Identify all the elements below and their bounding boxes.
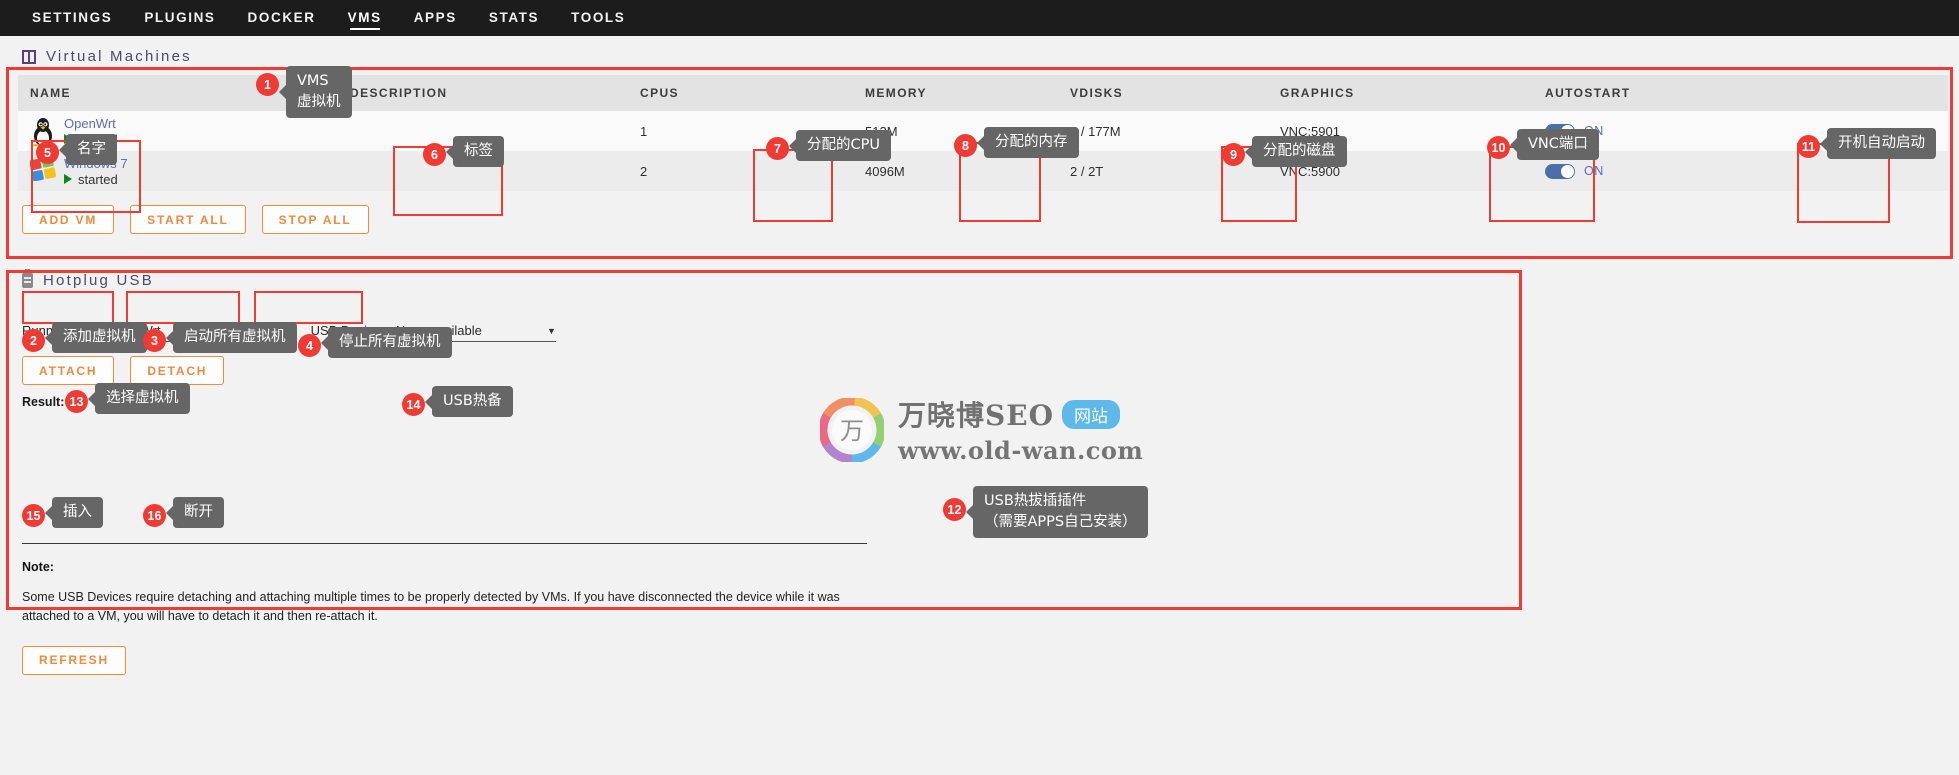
column-header-cpus[interactable]: CPUS <box>628 75 853 111</box>
cell-autostart: ON <box>1533 111 1948 151</box>
autostart-label: ON <box>1584 124 1604 138</box>
virtual-machines-panel-title: Virtual Machines <box>0 36 1959 75</box>
cell-description <box>338 151 628 191</box>
cell-memory: 512M <box>853 111 1058 151</box>
hotplug-selectors: Running VMs: OpenWrt ▼ USB Devices: None… <box>0 299 1959 342</box>
hotplug-usb-panel-title: Hotplug USB <box>0 234 1959 299</box>
table-row: OpenWrt started 1 512M 1 / 177M VNC:5901 <box>18 111 1948 151</box>
table-header-row: NAME DESCRIPTION CPUS MEMORY VDISKS GRAP… <box>18 75 1948 111</box>
cell-cpus: 2 <box>628 151 853 191</box>
nav-item-tools[interactable]: TOOLS <box>555 0 641 36</box>
cell-graphics: VNC:5900 <box>1268 151 1533 191</box>
vm-name-link[interactable]: OpenWrt <box>64 116 118 131</box>
vm-state: started <box>64 172 128 187</box>
nav-item-settings[interactable]: SETTINGS <box>16 0 128 36</box>
usb-devices-select[interactable]: None available ▼ <box>395 323 556 342</box>
table-row: Windows 7 started 2 4096M 2 / 2T VNC:590… <box>18 151 1948 191</box>
play-icon <box>64 174 72 184</box>
hotplug-action-buttons: ATTACH DETACH <box>0 342 1959 385</box>
cell-name: OpenWrt started <box>18 111 338 151</box>
detach-button[interactable]: DETACH <box>130 356 225 385</box>
start-all-button[interactable]: START ALL <box>130 205 246 234</box>
top-navigation-bar: SETTINGS PLUGINS DOCKER VMS APPS STATS T… <box>0 0 1959 36</box>
column-header-description[interactable]: DESCRIPTION <box>338 75 628 111</box>
add-vm-button[interactable]: ADD VM <box>22 205 115 234</box>
note-body: Some USB Devices require detaching and a… <box>22 590 840 623</box>
cell-autostart: ON <box>1533 151 1948 191</box>
running-vms-select[interactable]: OpenWrt ▼ <box>108 323 287 342</box>
vm-state-text: started <box>78 171 118 187</box>
cell-name: Windows 7 started <box>18 151 338 191</box>
watermark-glyph: 万 <box>840 417 864 445</box>
chevron-down-icon: ▼ <box>546 325 556 336</box>
note-title: Note: <box>22 560 54 574</box>
page-body: Virtual Machines NAME DESCRIPTION CPUS M… <box>0 36 1959 675</box>
running-vms-selector: Running VMs: OpenWrt ▼ <box>22 323 287 342</box>
chevron-down-icon: ▼ <box>277 325 287 336</box>
usb-icon <box>22 269 33 288</box>
play-icon <box>64 134 72 144</box>
refresh-button-row: REFRESH <box>0 626 1959 675</box>
usb-devices-label: USB Devices: <box>310 323 391 338</box>
column-header-graphics[interactable]: GRAPHICS <box>1268 75 1533 111</box>
stop-all-button[interactable]: STOP ALL <box>261 205 369 234</box>
nav-item-apps[interactable]: APPS <box>398 0 473 36</box>
usb-devices-value: None available <box>395 323 482 338</box>
refresh-button[interactable]: REFRESH <box>22 645 126 675</box>
running-vms-value: OpenWrt <box>108 323 161 338</box>
nav-item-docker[interactable]: DOCKER <box>232 0 332 36</box>
vm-name-link[interactable]: Windows 7 <box>64 156 128 171</box>
attach-button[interactable]: ATTACH <box>22 356 115 385</box>
cell-vdisks: 1 / 177M <box>1058 111 1268 151</box>
column-header-autostart[interactable]: AUTOSTART <box>1533 75 1948 111</box>
watermark-badge: 网站 <box>1061 399 1120 429</box>
virtual-machines-table: NAME DESCRIPTION CPUS MEMORY VDISKS GRAP… <box>18 75 1948 191</box>
hotplug-usb-title-text: Hotplug USB <box>43 272 154 289</box>
cell-vdisks: 2 / 2T <box>1058 151 1268 191</box>
windows-logo-icon <box>29 156 57 185</box>
cell-cpus: 1 <box>628 111 853 151</box>
watermark-logo-icon: 万 <box>818 395 886 463</box>
vm-state-text: started <box>78 131 118 147</box>
virtual-machines-title-text: Virtual Machines <box>46 48 192 65</box>
vm-action-buttons: ADD VM START ALL STOP ALL <box>0 191 1959 234</box>
tux-linux-icon <box>30 117 56 147</box>
nav-item-vms[interactable]: VMS <box>332 0 398 36</box>
cell-graphics: VNC:5901 <box>1268 111 1533 151</box>
column-header-vdisks[interactable]: VDISKS <box>1058 75 1268 111</box>
usb-devices-selector: USB Devices: None available ▼ <box>311 323 556 342</box>
watermark-url: www.old-wan.com <box>898 436 1144 465</box>
cell-description <box>338 111 628 151</box>
column-header-name[interactable]: NAME <box>18 75 338 111</box>
running-vms-label: Running VMs: <box>22 323 104 338</box>
autostart-label: ON <box>1584 164 1604 178</box>
watermark: 万 万晓博SEO 网站 www.old-wan.com <box>818 394 1144 465</box>
nav-item-plugins[interactable]: PLUGINS <box>128 0 231 36</box>
autostart-toggle[interactable] <box>1545 123 1575 139</box>
autostart-toggle[interactable] <box>1545 163 1575 179</box>
table-icon <box>22 49 36 64</box>
nav-item-stats[interactable]: STATS <box>473 0 555 36</box>
vm-state: started <box>64 132 118 147</box>
watermark-brand: 万晓博SEO <box>898 399 1054 432</box>
column-header-memory[interactable]: MEMORY <box>853 75 1058 111</box>
cell-memory: 4096M <box>853 151 1058 191</box>
